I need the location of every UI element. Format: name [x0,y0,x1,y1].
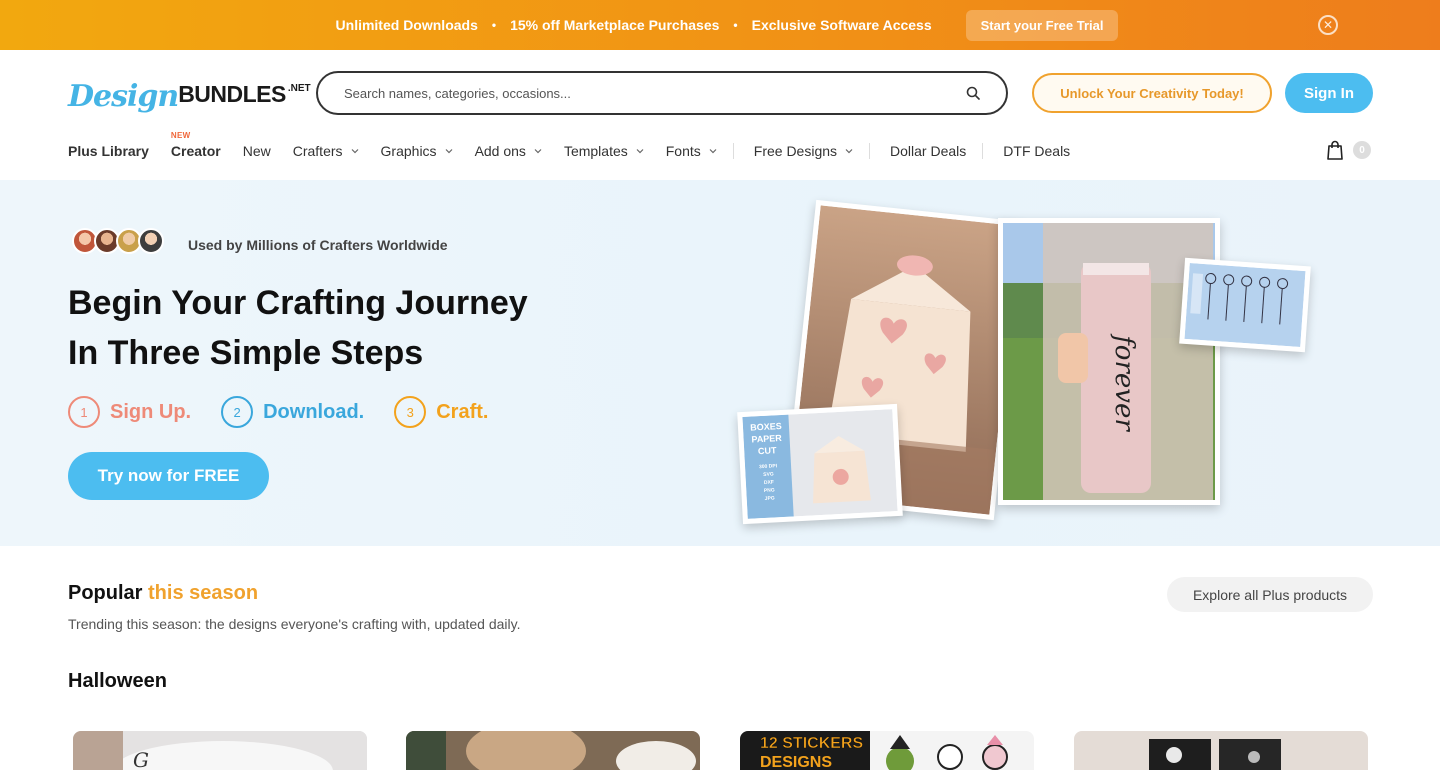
popular-title-main: Popular [68,582,143,604]
explore-plus-button[interactable]: Explore all Plus products [1167,577,1373,612]
logo-design-text: Design [68,79,179,114]
main-nav: Plus Library NEW Creator New Crafters Gr… [68,131,1092,162]
promo-separator: • [491,18,497,32]
logo-net-text: .NET [287,83,311,94]
hero-title: Begin Your Crafting Journey In Three Sim… [68,278,668,378]
nav-label: Crafters [292,143,343,159]
step-sign-up: 1 Sign Up. [68,396,191,428]
product-card[interactable]: G [73,731,367,770]
product-card[interactable] [406,731,700,770]
nav-label: Creator [170,143,221,159]
nav-fonts[interactable]: Fonts [666,143,734,159]
cart-count-badge: 0 [1353,141,1371,159]
promo-item-downloads: Unlimited Downloads [335,17,478,33]
chevron-down-icon [636,149,644,154]
promo-item-software: Exclusive Software Access [751,17,932,33]
nav-dtf-deals[interactable]: DTF Deals [1003,143,1070,159]
search-bar [316,71,1008,115]
sticker-title: 12 STICKERS [760,735,863,752]
chevron-down-icon [351,149,358,154]
new-badge: NEW [170,131,191,140]
hero-photo-boxes-card: BOXES PAPER CUT 300 DPI SVG DXF PNG JPG [737,403,903,525]
box-card-line: BOXES [750,421,782,433]
nav-graphics[interactable]: Graphics [381,143,453,159]
product-thumbnail: G [73,731,367,770]
popular-subtitle: Trending this season: the designs everyo… [68,616,521,632]
crafter-avatars [72,228,164,254]
nav-label: New [242,143,271,159]
product-card[interactable] [1074,731,1368,770]
step-download: 2 Download. [221,396,364,428]
step-number: 1 [68,396,100,428]
step-label: Craft. [436,400,489,423]
nav-label: Free Designs [753,143,838,159]
product-thumbnail [406,731,700,770]
nav-label: Add ons [474,143,526,159]
steps-row: 1 Sign Up. 2 Download. 3 Craft. [68,396,518,428]
box-card-line: CUT [758,445,777,456]
nav-label: DTF Deals [1003,143,1071,159]
nav-label: Plus Library [68,143,149,159]
search-input[interactable] [344,85,966,101]
step-craft: 3 Craft. [394,396,488,428]
search-icon[interactable] [966,86,980,100]
box-card-format: JPG [765,495,775,502]
sign-in-button[interactable]: Sign In [1285,73,1373,113]
unlock-creativity-button[interactable]: Unlock Your Creativity Today! [1032,73,1272,113]
nav-free-designs[interactable]: Free Designs [753,143,871,159]
logo-bundles-text: BUNDLES [178,81,286,107]
cart[interactable]: 0 [1326,140,1371,160]
box-card-format: 300 DPI [759,463,778,470]
step-number: 3 [394,396,427,428]
hero-banner: Used by Millions of Crafters Worldwide B… [0,180,1440,546]
nav-label: Fonts [665,143,701,159]
promo-bar: Unlimited Downloads • 15% off Marketplac… [0,0,1440,50]
hero-title-line1: Begin Your Crafting Journey [68,284,528,322]
nav-templates[interactable]: Templates [564,143,644,159]
nav-new[interactable]: New [243,143,271,159]
hero-title-line2: In Three Simple Steps [68,334,424,372]
shopping-bag-icon[interactable] [1326,140,1344,160]
hero-photo-keys-card [1179,257,1311,353]
product-card[interactable]: 12 STICKERS DESIGNS [740,731,1034,770]
product-thumbnail [1074,731,1368,770]
step-number: 2 [221,396,254,428]
nav-add-ons[interactable]: Add ons [475,143,542,159]
box-card-format: DXF [764,479,774,486]
popular-title-accent: this season [148,582,259,604]
try-free-button[interactable]: Try now for FREE [68,452,269,500]
promo-item-discount: 15% off Marketplace Purchases [510,17,720,33]
chevron-down-icon [445,149,452,154]
box-card-format: PNG [764,487,775,494]
svg-text:G: G [133,748,149,770]
nav-dollar-deals[interactable]: Dollar Deals [890,143,984,159]
tumbler-script-text: forever [1109,333,1139,432]
nav-label: Dollar Deals [890,143,967,159]
nav-crafters[interactable]: Crafters [293,143,359,159]
free-trial-button[interactable]: Start your Free Trial [965,9,1119,41]
nav-plus-library[interactable]: Plus Library [68,143,149,159]
tumbler-image: forever [1003,223,1215,500]
halloween-heading: Halloween [68,670,167,692]
boxes-card-image: BOXES PAPER CUT 300 DPI SVG DXF PNG JPG [742,409,898,519]
popular-section-title: Popular this season [68,582,258,605]
promo-separator: • [733,18,738,32]
nav-label: Templates [563,143,628,159]
sticker-subtitle: DESIGNS [760,754,832,770]
step-label: Download. [263,400,365,423]
close-icon[interactable]: ✕ [1318,15,1338,35]
box-card-format: SVG [763,471,774,478]
nav-label: Graphics [380,143,437,159]
chevron-down-icon [534,149,542,154]
nav-creator[interactable]: NEW Creator [170,131,221,159]
keys-card-image [1184,263,1306,347]
product-thumbnail: 12 STICKERS DESIGNS [740,731,1034,770]
chevron-down-icon [845,149,853,154]
site-logo[interactable]: Design BUNDLES .NET [68,68,311,114]
chevron-down-icon [709,149,717,154]
avatar [138,228,164,254]
box-card-line: PAPER [751,433,782,445]
social-proof-text: Used by Millions of Crafters Worldwide [188,237,448,253]
step-label: Sign Up. [110,400,192,423]
